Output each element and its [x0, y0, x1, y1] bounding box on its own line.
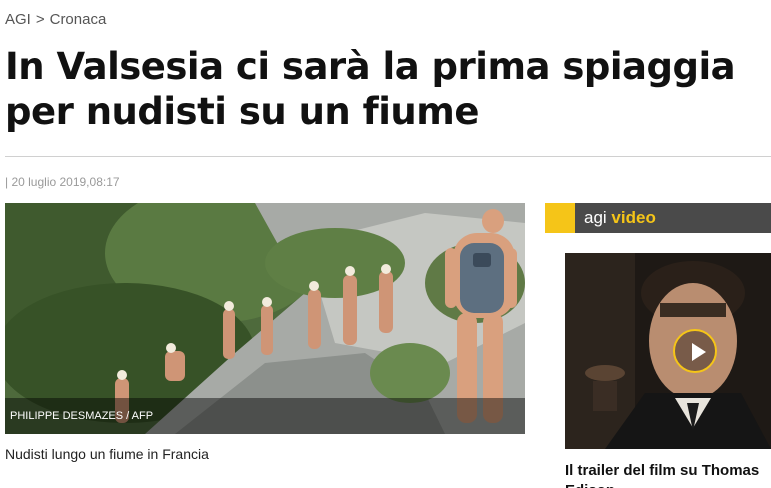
- section-title: agi video: [584, 208, 656, 228]
- section-brand: agi: [584, 208, 607, 227]
- section-accent-block: [545, 203, 575, 233]
- article-hero-image[interactable]: PHILIPPE DESMAZES / AFP: [5, 203, 525, 434]
- video-thumbnail[interactable]: [565, 253, 771, 449]
- section-label: video: [611, 208, 656, 227]
- breadcrumb-separator: >: [35, 11, 45, 28]
- breadcrumb: AGI > Cronaca: [5, 11, 106, 28]
- headline-divider: [5, 156, 771, 157]
- photo-credit: PHILIPPE DESMAZES / AFP: [10, 410, 154, 422]
- play-button[interactable]: [673, 329, 717, 373]
- video-title-link[interactable]: Il trailer del film su Thomas Edison: [565, 461, 771, 488]
- article-headline: In Valsesia ci sarà la prima spiaggia pe…: [5, 45, 736, 133]
- photo-caption: Nudisti lungo un fiume in Francia: [5, 446, 209, 462]
- article-dateline: | 20 luglio 2019,08:17: [5, 175, 120, 189]
- breadcrumb-section-link[interactable]: Cronaca: [50, 11, 107, 28]
- agi-video-section-header[interactable]: agi video: [545, 203, 771, 233]
- play-icon: [692, 343, 706, 361]
- video-frame: [565, 253, 771, 449]
- breadcrumb-home-link[interactable]: AGI: [5, 11, 31, 28]
